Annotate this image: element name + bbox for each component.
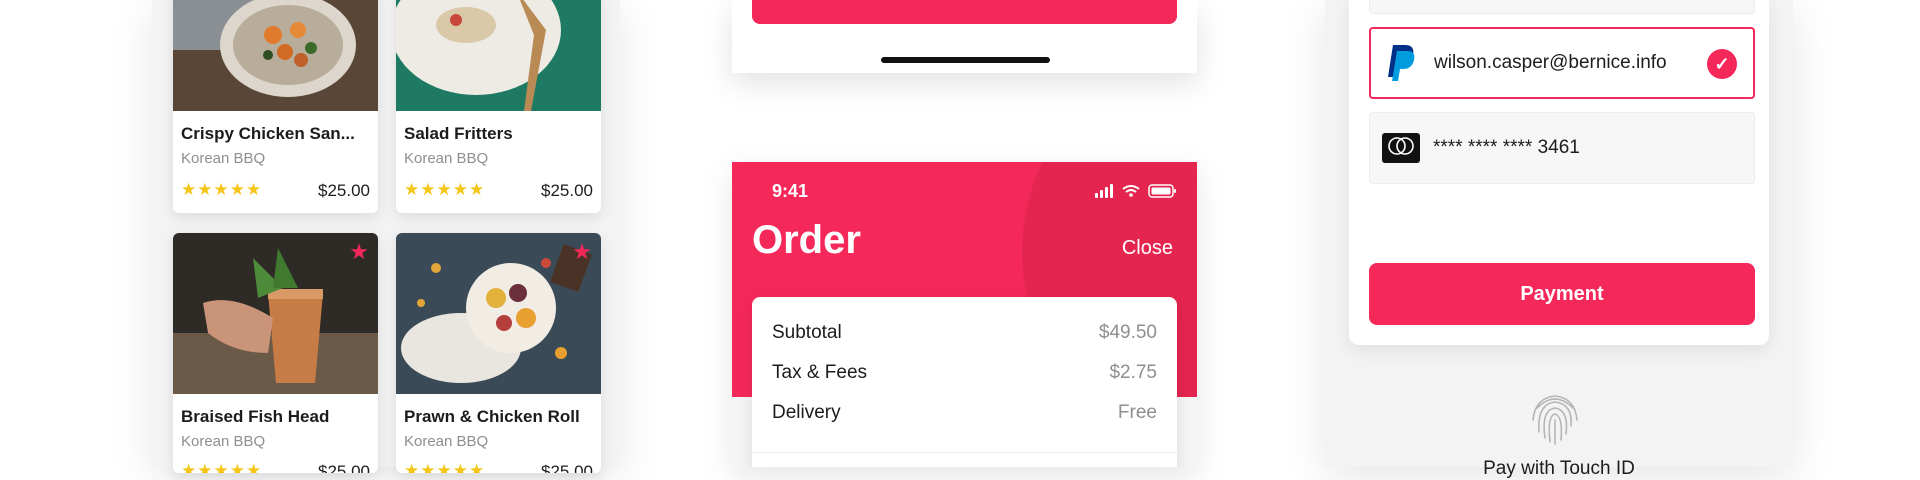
payment-method-placeholder[interactable]	[1369, 0, 1755, 14]
food-image	[396, 0, 601, 111]
food-image	[173, 0, 378, 111]
payment-screen: wilson.casper@bernice.info ✓ **** **** *…	[1325, 0, 1793, 479]
home-indicator	[881, 57, 1050, 63]
food-detail-screen-bottom	[732, 0, 1197, 73]
close-button[interactable]: Close	[1122, 237, 1173, 260]
summary-label: Delivery	[772, 402, 841, 423]
food-card[interactable]: Crispy Chicken San... Korean BBQ ★★★★★ $…	[173, 0, 378, 213]
food-card[interactable]: ★ Prawn & Chicken Roll Korean BBQ ★★★★★ …	[396, 233, 601, 473]
food-card[interactable]: ★ Braised Fish Head Korean BBQ ★★★★★ $25…	[173, 233, 378, 473]
payment-method-text: wilson.casper@bernice.info	[1434, 52, 1667, 73]
battery-icon	[1148, 184, 1176, 198]
order-screen: 9:41 Order Close Subtotal $49.50 Tax & F…	[732, 162, 1197, 467]
restaurant-name: Korean BBQ	[404, 433, 489, 450]
signal-icon	[1095, 184, 1113, 198]
food-title: Braised Fish Head	[181, 407, 330, 426]
divider	[752, 452, 1177, 453]
summary-value: Free	[1117, 402, 1157, 423]
rating-stars: ★★★★★	[404, 461, 486, 473]
summary-value: $49.50	[1098, 322, 1157, 343]
food-price: $25.00	[541, 181, 593, 200]
order-summary-card: Subtotal $49.50 Tax & Fees $2.75 Deliver…	[752, 297, 1177, 467]
summary-label: Subtotal	[772, 322, 842, 343]
food-price: $25.00	[318, 462, 370, 473]
summary-value: $2.75	[1109, 362, 1157, 383]
summary-label: Tax & Fees	[772, 362, 868, 383]
rating-stars: ★★★★★	[404, 180, 486, 199]
food-card[interactable]: Salad Fritters Korean BBQ ★★★★★ $25.00	[396, 0, 601, 213]
food-list-screen: Crispy Chicken San... Korean BBQ ★★★★★ $…	[152, 0, 620, 473]
status-bar-time: 9:41	[772, 181, 809, 201]
fingerprint-icon[interactable]	[1525, 388, 1585, 448]
payment-method-paypal[interactable]: wilson.casper@bernice.info ✓	[1369, 27, 1755, 99]
add-to-order-button[interactable]	[752, 0, 1177, 24]
food-title: Prawn & Chicken Roll	[404, 407, 580, 426]
rating-stars: ★★★★★	[181, 461, 263, 473]
restaurant-name: Korean BBQ	[404, 150, 489, 167]
food-price: $25.00	[318, 181, 370, 200]
touch-id-label: Pay with Touch ID	[1483, 458, 1635, 479]
page-title: Order	[752, 218, 861, 262]
mastercard-icon	[1382, 133, 1420, 168]
food-title: Salad Fritters	[404, 124, 513, 143]
restaurant-name: Korean BBQ	[181, 433, 266, 450]
status-bar-icons	[1095, 184, 1177, 203]
favorite-star-icon[interactable]: ★	[571, 241, 593, 263]
payment-button[interactable]: Payment	[1369, 263, 1755, 325]
payment-methods-card: wilson.casper@bernice.info ✓ **** **** *…	[1349, 0, 1769, 345]
restaurant-name: Korean BBQ	[181, 150, 266, 167]
food-price: $25.00	[541, 462, 593, 473]
wifi-icon	[1122, 185, 1140, 193]
rating-stars: ★★★★★	[181, 180, 263, 199]
favorite-star-icon[interactable]: ★	[348, 241, 370, 263]
payment-method-text: **** **** **** 3461	[1433, 137, 1580, 158]
payment-method-mastercard[interactable]: **** **** **** 3461	[1369, 112, 1755, 184]
paypal-icon	[1385, 45, 1415, 86]
checkmark-icon: ✓	[1707, 49, 1737, 79]
food-title: Crispy Chicken San...	[181, 124, 355, 143]
